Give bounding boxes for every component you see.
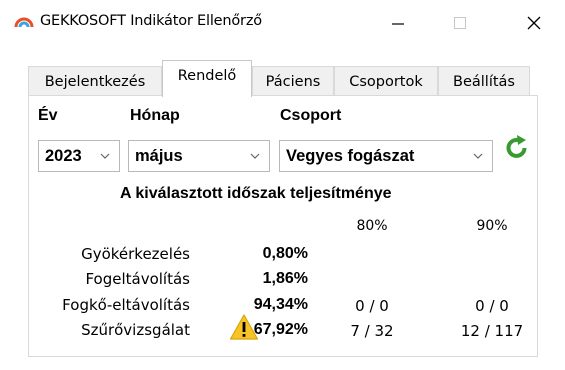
month-select-value: május [135, 146, 183, 165]
year-label: Év [38, 107, 58, 124]
row-cell-90: 0 / 0 [475, 297, 509, 315]
row-value-gyokerkezeles: 0,80% [262, 245, 308, 262]
app-window: GEKKOSOFT Indikátor Ellenőrző Bejelentke… [0, 0, 565, 370]
chevron-down-icon [100, 153, 110, 159]
tab-beallitas[interactable]: Beállítás [438, 66, 530, 96]
gauge-icon [14, 17, 34, 28]
tab-label: Csoportok [349, 73, 423, 90]
row-value-fogko-eltavolitas: 94,34% [253, 296, 308, 313]
group-label: Csoport [280, 107, 342, 124]
row-label-szurovizsgalat: Szűrővizsgálat [81, 321, 190, 339]
window-title: GEKKOSOFT Indikátor Ellenőrző [40, 13, 262, 29]
tab-paciens[interactable]: Páciens [252, 66, 334, 96]
chevron-down-icon [250, 153, 260, 159]
refresh-icon[interactable] [505, 134, 529, 162]
maximize-button[interactable] [432, 0, 488, 46]
row-cell-80: 7 / 32 [350, 322, 394, 340]
chevron-down-icon [473, 153, 483, 159]
group-select[interactable]: Vegyes fogászat [279, 140, 493, 172]
row-label-gyokerkezeles: Gyökérkezelés [81, 245, 190, 263]
tab-bejelentkezes[interactable]: Bejelentkezés [28, 66, 162, 96]
year-select[interactable]: 2023 [38, 140, 120, 172]
title-bar[interactable]: GEKKOSOFT Indikátor Ellenőrző [0, 0, 565, 46]
row-cell-80: 0 / 0 [355, 297, 389, 315]
performance-title: A kiválasztott időszak teljesítménye [120, 185, 392, 202]
tab-rendelo[interactable]: Rendelő [162, 60, 252, 97]
column-header-80: 80% [356, 218, 388, 234]
minimize-icon [392, 23, 404, 25]
row-label-fogko-eltavolitas: Fogkő-eltávolítás [62, 296, 190, 314]
group-select-value: Vegyes fogászat [286, 146, 415, 165]
close-button[interactable] [506, 0, 562, 46]
row-cell-90: 12 / 117 [460, 322, 524, 340]
tab-csoportok[interactable]: Csoportok [334, 66, 438, 96]
close-icon [527, 16, 541, 30]
tab-label: Rendelő [177, 68, 237, 84]
tab-label: Bejelentkezés [44, 73, 146, 90]
year-select-value: 2023 [45, 146, 82, 165]
row-value-szurovizsgalat: 67,92% [253, 321, 308, 338]
tab-bar: Bejelentkezés Rendelő Páciens Csoportok … [28, 60, 538, 97]
column-header-90: 90% [476, 218, 508, 234]
month-label: Hónap [130, 107, 180, 124]
row-value-fogeltavolitas: 1,86% [262, 270, 308, 287]
minimize-button[interactable] [370, 0, 426, 46]
month-select[interactable]: május [128, 140, 270, 172]
tab-label: Páciens [265, 73, 321, 90]
row-label-fogeltavolitas: Fogeltávolítás [85, 270, 190, 288]
tab-label: Beállítás [453, 73, 515, 90]
maximize-icon [454, 17, 466, 29]
